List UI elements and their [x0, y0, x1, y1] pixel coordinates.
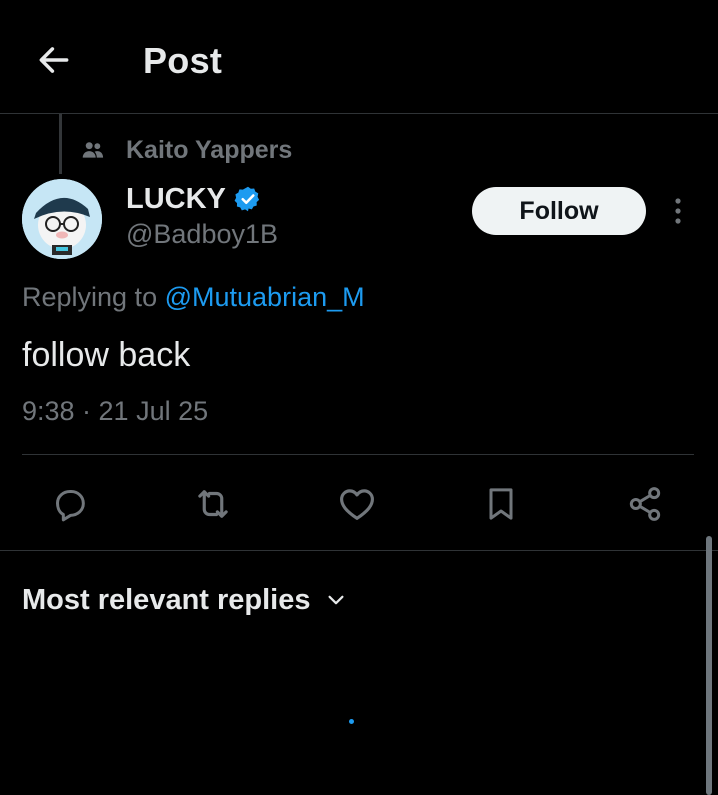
author-handle[interactable]: @Badboy1B	[126, 219, 278, 250]
scrollbar[interactable]	[706, 536, 712, 795]
verified-badge-icon	[234, 185, 262, 213]
thread-connector	[59, 114, 62, 174]
post-text: follow back	[22, 336, 191, 374]
divider	[0, 550, 718, 551]
divider	[22, 454, 694, 455]
author-name-row[interactable]: LUCKY	[126, 180, 262, 218]
replying-to-mention[interactable]: @Mutuabrian_M	[165, 282, 365, 312]
like-icon	[340, 489, 374, 520]
more-vertical-icon	[675, 198, 681, 224]
replies-sort-label: Most relevant replies	[22, 583, 311, 616]
post-timestamp[interactable]: 9:38 · 21 Jul 25	[22, 396, 208, 427]
author-display-name: LUCKY	[126, 182, 226, 215]
top-bar: Post	[0, 0, 718, 114]
replying-to-line: Replying to @Mutuabrian_M	[22, 282, 365, 313]
avatar-image	[22, 179, 102, 259]
back-button[interactable]	[30, 38, 78, 82]
people-icon	[80, 137, 106, 163]
community-context[interactable]: Kaito Yappers	[80, 133, 292, 167]
replies-sort-dropdown[interactable]: Most relevant replies	[22, 580, 347, 620]
community-name: Kaito Yappers	[126, 135, 293, 164]
reply-button[interactable]	[46, 480, 94, 528]
share-icon	[629, 487, 661, 521]
arrow-left-icon	[39, 47, 69, 73]
reply-icon	[56, 490, 85, 522]
repost-button[interactable]	[189, 480, 237, 528]
replying-to-prefix: Replying to	[22, 282, 158, 312]
loading-spinner	[349, 719, 354, 724]
avatar[interactable]	[22, 179, 102, 259]
more-options-button[interactable]	[664, 192, 692, 230]
follow-button[interactable]: Follow	[472, 187, 646, 235]
repost-icon	[198, 490, 228, 518]
share-button[interactable]	[621, 480, 669, 528]
bookmark-icon	[489, 488, 513, 520]
page-title: Post	[143, 40, 223, 81]
like-button[interactable]	[333, 480, 381, 528]
bookmark-button[interactable]	[477, 480, 525, 528]
chevron-down-icon	[325, 589, 347, 611]
